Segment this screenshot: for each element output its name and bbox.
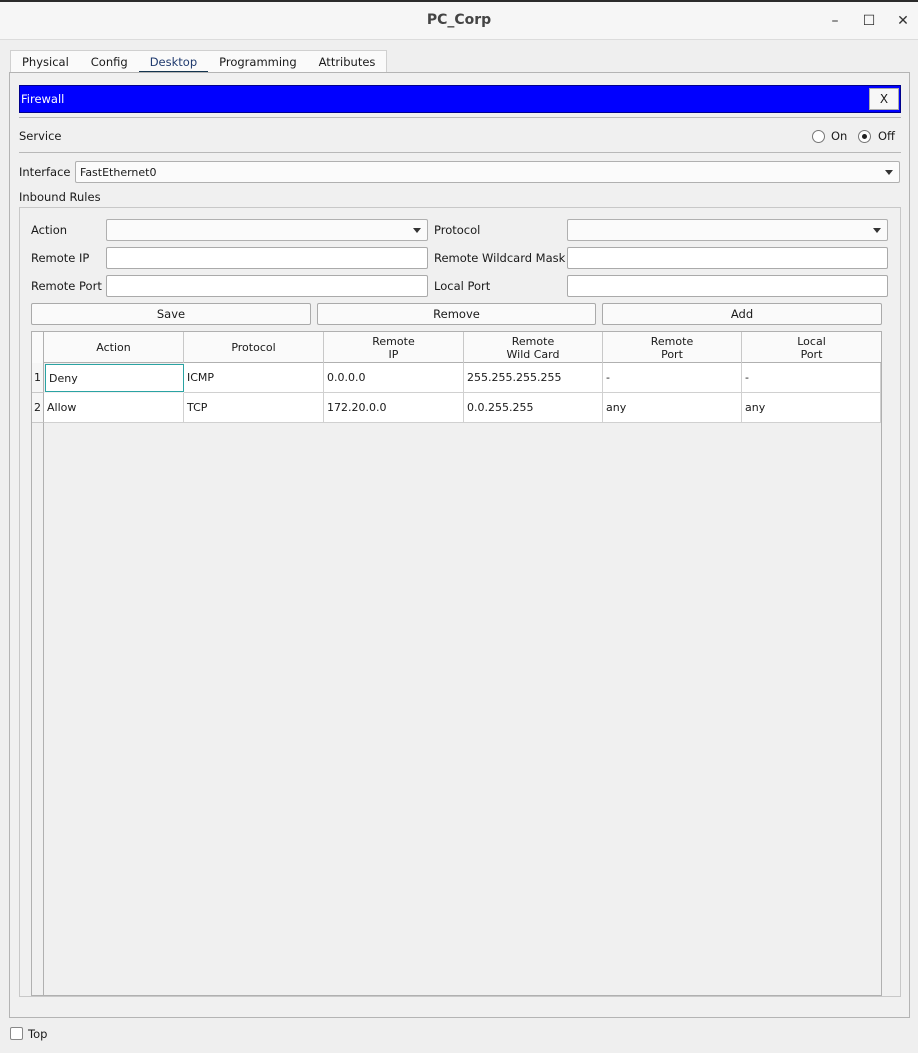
column-header[interactable]: Local Port [742, 332, 881, 363]
remote-port-input[interactable] [106, 275, 428, 297]
remote-wildcard-label: Remote Wildcard Mask [434, 251, 566, 265]
table-cell[interactable]: 172.20.0.0 [324, 393, 464, 423]
table-cell[interactable]: Deny [45, 364, 184, 392]
corner-cell [32, 332, 44, 363]
close-window-icon[interactable]: ✕ [892, 10, 914, 32]
tab-attributes[interactable]: Attributes [308, 51, 387, 73]
service-on-radio[interactable] [812, 130, 825, 143]
action-select[interactable] [106, 219, 428, 241]
row-number[interactable]: 1 [32, 363, 44, 393]
column-header[interactable]: Remote IP [324, 332, 464, 363]
save-button[interactable]: Save [31, 303, 311, 325]
remote-port-label: Remote Port [31, 279, 102, 293]
interface-label: Interface [19, 165, 71, 179]
chevron-down-icon [885, 170, 893, 175]
table-cell[interactable]: - [603, 363, 742, 393]
local-port-input[interactable] [567, 275, 888, 297]
table-cell[interactable]: ICMP [184, 363, 324, 393]
table-cell[interactable]: Allow [44, 393, 184, 423]
table-cell[interactable]: - [742, 363, 881, 393]
protocol-label: Protocol [434, 223, 481, 237]
protocol-select[interactable] [567, 219, 888, 241]
divider [19, 117, 901, 118]
local-port-label: Local Port [434, 279, 491, 293]
action-label: Action [31, 223, 68, 237]
table-cell[interactable]: 0.0.0.0 [324, 363, 464, 393]
firewall-close-button[interactable]: X [869, 88, 899, 110]
top-label: Top [28, 1027, 48, 1041]
tab-desktop[interactable]: Desktop [138, 51, 209, 75]
table-cell[interactable]: any [603, 393, 742, 423]
maximize-icon[interactable]: ☐ [858, 10, 880, 32]
column-header[interactable]: Action [44, 332, 184, 363]
column-header[interactable]: Remote Wild Card [464, 332, 603, 363]
divider [19, 152, 901, 153]
desktop-panel: Firewall X Service On Off Interface Fast… [9, 72, 910, 1018]
tab-programming[interactable]: Programming [208, 51, 308, 73]
window-title: PC_Corp [426, 12, 492, 28]
rules-table: Action Protocol Remote IP Remote Wild Ca… [31, 331, 882, 996]
remove-button[interactable]: Remove [317, 303, 596, 325]
service-label: Service [19, 129, 62, 143]
column-header[interactable]: Remote Port [603, 332, 742, 363]
remote-ip-input[interactable] [106, 247, 428, 269]
table-header: Action Protocol Remote IP Remote Wild Ca… [32, 332, 881, 363]
tab-config[interactable]: Config [80, 51, 139, 73]
table-cell[interactable]: 0.0.255.255 [464, 393, 603, 423]
minimize-icon[interactable]: – [824, 10, 846, 32]
remote-ip-label: Remote IP [31, 251, 90, 265]
firewall-header: Firewall X [19, 85, 901, 113]
row-number[interactable]: 2 [32, 393, 44, 423]
row-header-column [32, 423, 44, 995]
firewall-title: Firewall [21, 92, 65, 106]
column-header[interactable]: Protocol [184, 332, 324, 363]
service-off-label: Off [878, 129, 895, 143]
chevron-down-icon [413, 228, 421, 233]
device-tabs: Physical Config Desktop Programming Attr… [10, 50, 388, 75]
remote-wildcard-input[interactable] [567, 247, 888, 269]
service-on-label: On [831, 129, 848, 143]
bottom-bar: Top [0, 1018, 918, 1053]
table-cell[interactable]: 255.255.255.255 [464, 363, 603, 393]
add-button[interactable]: Add [602, 303, 882, 325]
table-cell[interactable]: TCP [184, 393, 324, 423]
interface-value: FastEthernet0 [80, 166, 157, 179]
top-checkbox[interactable] [10, 1027, 23, 1040]
chevron-down-icon [873, 228, 881, 233]
inbound-rules-label: Inbound Rules [19, 190, 101, 204]
inbound-rules-group: Action Protocol Remote IP Remote Wildcar… [19, 207, 901, 997]
title-bar: PC_Corp – ☐ ✕ [0, 0, 918, 40]
service-off-radio[interactable] [858, 130, 871, 143]
table-cell[interactable]: any [742, 393, 881, 423]
interface-select[interactable]: FastEthernet0 [75, 161, 900, 183]
tab-physical[interactable]: Physical [11, 51, 80, 73]
